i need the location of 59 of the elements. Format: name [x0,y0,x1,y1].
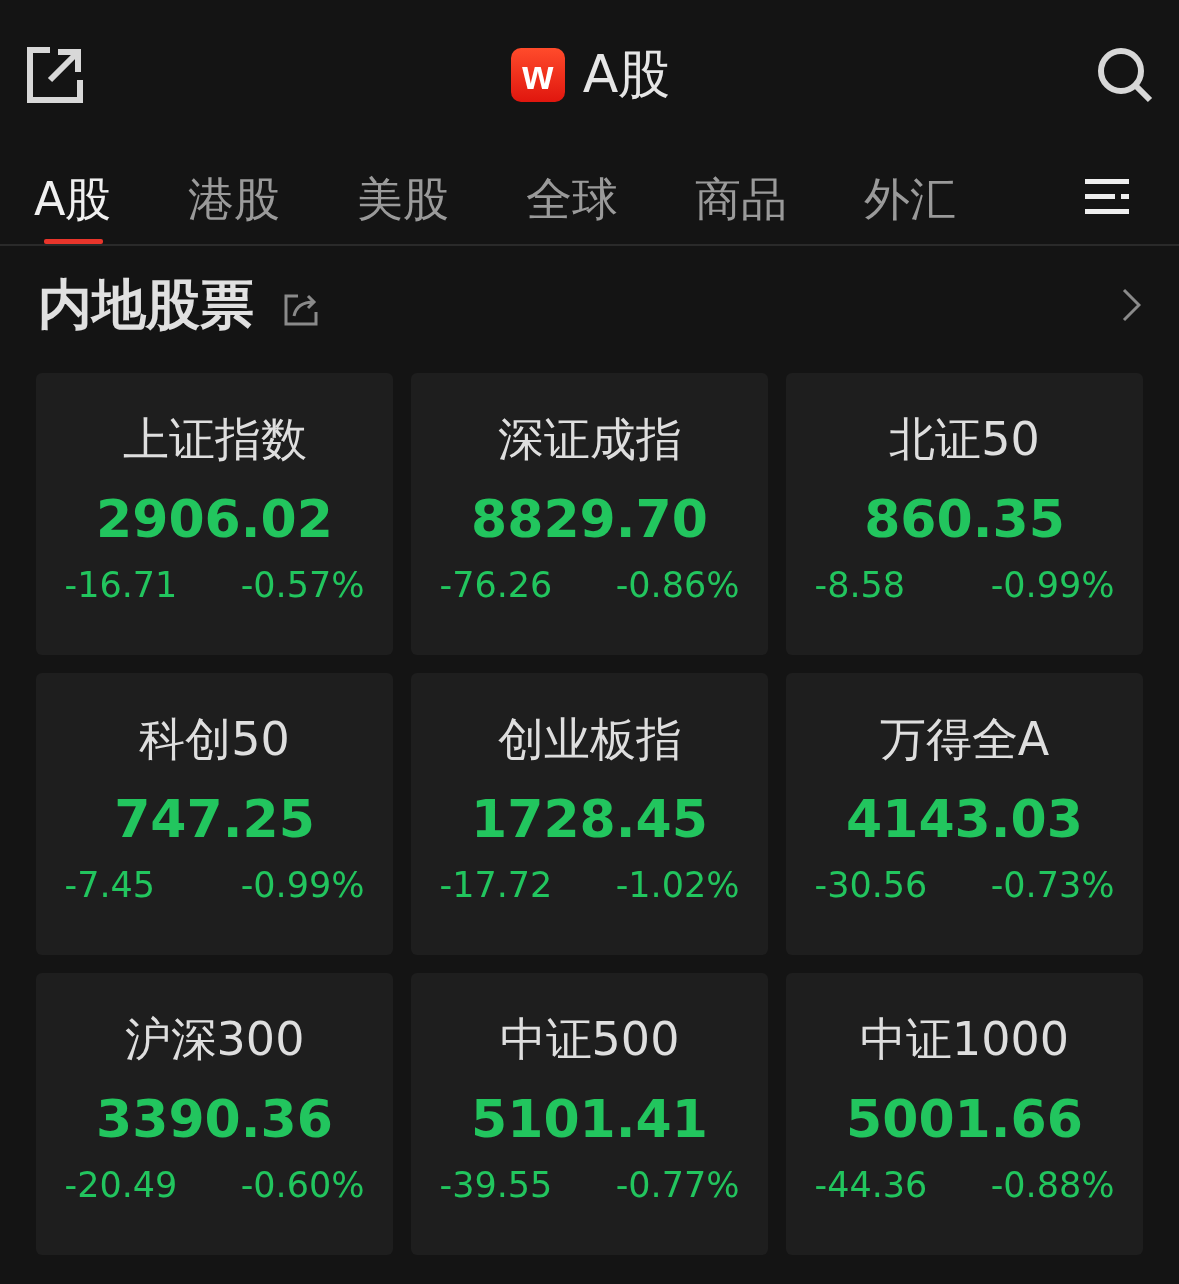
index-name: 北证50 [889,411,1040,467]
price-change: -76.26 [439,564,553,607]
price-change: -30.56 [814,864,928,907]
market-tab[interactable]: 美股 [357,150,450,244]
index-price: 860.35 [864,489,1065,549]
price-change: -39.55 [439,1164,553,1207]
market-tab[interactable]: A股 [34,150,112,244]
percent-change: -0.99% [240,864,365,907]
index-price: 8829.70 [471,489,708,549]
price-change: -8.58 [814,564,906,607]
percent-change: -0.73% [990,864,1115,907]
index-name: 沪深300 [124,1011,305,1067]
price-change: -16.71 [64,564,178,607]
index-name: 中证1000 [859,1011,1070,1067]
index-price: 2906.02 [96,489,333,549]
search-icon[interactable] [1097,47,1153,103]
index-card[interactable]: 沪深300 3390.36 -20.49 -0.60% [36,973,393,1255]
share-icon[interactable] [284,292,318,326]
index-name: 创业板指 [497,711,682,767]
index-name: 中证500 [499,1011,680,1067]
market-tab[interactable]: 港股 [188,150,281,244]
menu-icon[interactable] [1085,179,1129,215]
index-card[interactable]: 深证成指 8829.70 -76.26 -0.86% [411,373,768,655]
index-card[interactable]: 中证1000 5001.66 -44.36 -0.88% [786,973,1143,1255]
index-card[interactable]: 中证500 5101.41 -39.55 -0.77% [411,973,768,1255]
index-price: 5101.41 [471,1089,708,1149]
index-price: 3390.36 [96,1089,333,1149]
index-name: 科创50 [139,711,290,767]
index-name: 万得全A [879,711,1050,767]
index-price: 5001.66 [846,1089,1083,1149]
index-card[interactable]: 上证指数 2906.02 -16.71 -0.57% [36,373,393,655]
percent-change: -0.88% [990,1164,1115,1207]
index-card[interactable]: 北证50 860.35 -8.58 -0.99% [786,373,1143,655]
percent-change: -0.60% [240,1164,365,1207]
app-logo: w [510,48,565,102]
index-name: 深证成指 [497,411,682,467]
index-price: 1728.45 [471,789,708,849]
price-change: -20.49 [64,1164,178,1207]
market-tab[interactable]: 外汇 [864,150,957,244]
market-tab[interactable]: 全球 [526,150,619,244]
index-card[interactable]: 万得全A 4143.03 -30.56 -0.73% [786,673,1143,955]
index-price: 4143.03 [846,789,1083,849]
price-change: -44.36 [814,1164,928,1207]
index-price: 747.25 [114,789,315,849]
market-tab[interactable]: 商品 [695,150,788,244]
percent-change: -0.99% [990,564,1115,607]
price-change: -17.72 [439,864,553,907]
index-card[interactable]: 科创50 747.25 -7.45 -0.99% [36,673,393,955]
index-name: 上证指数 [122,411,307,467]
percent-change: -0.77% [615,1164,740,1207]
chevron-right-icon[interactable] [1121,287,1141,323]
percent-change: -0.57% [240,564,365,607]
percent-change: -0.86% [615,564,740,607]
section-title: 内地股票 [38,271,254,338]
percent-change: -1.02% [615,864,740,907]
share-icon[interactable] [26,46,84,104]
index-card[interactable]: 创业板指 1728.45 -17.72 -1.02% [411,673,768,955]
price-change: -7.45 [64,864,156,907]
page-title: A股 [582,43,671,106]
